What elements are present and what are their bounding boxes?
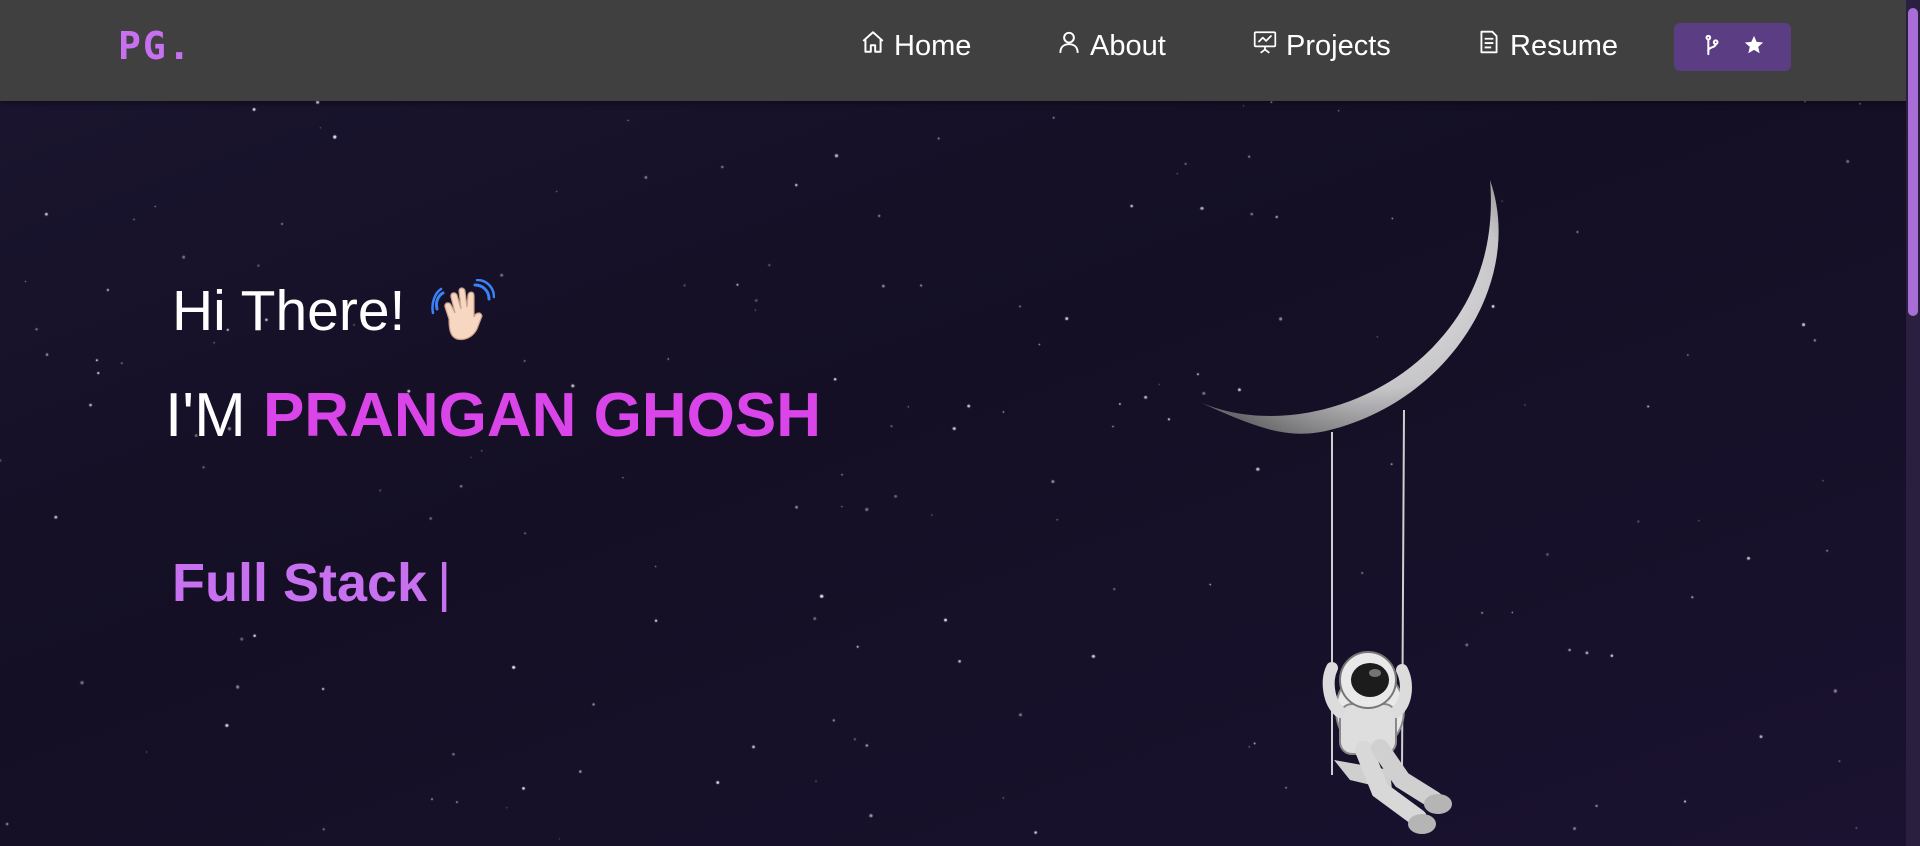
nav-projects[interactable]: Projects (1252, 26, 1391, 66)
astronaut (1322, 651, 1452, 834)
nav-home[interactable]: Home (860, 26, 971, 66)
greeting-text: Hi There! (172, 279, 406, 343)
hero-name: PRANGAN GHOSH (262, 381, 821, 450)
home-icon (860, 29, 886, 63)
waving-hand-icon (431, 278, 496, 343)
nav-resume[interactable]: Resume (1476, 26, 1618, 66)
github-fork-star-button[interactable] (1674, 23, 1791, 71)
typewriter-text: Full Stack | (172, 552, 451, 614)
nav-resume-label: Resume (1510, 29, 1618, 62)
nav-projects-label: Projects (1286, 29, 1391, 62)
hero-name-line: I'M PRANGAN GHOSH (165, 380, 821, 451)
nav-about[interactable]: About (1056, 26, 1166, 66)
typing-cursor: | (437, 553, 452, 613)
navbar: PG. Home About Projects Resume (0, 0, 1920, 101)
user-icon (1056, 29, 1082, 63)
crescent-moon (1195, 180, 1499, 434)
document-icon (1476, 29, 1502, 63)
git-fork-icon (1701, 34, 1723, 61)
name-prefix: I'M (165, 381, 246, 450)
nav-about-label: About (1090, 29, 1166, 62)
presentation-chart-icon (1252, 29, 1278, 63)
nav-home-label: Home (894, 29, 972, 62)
brand-logo[interactable]: PG. (118, 24, 193, 68)
star-icon (1743, 34, 1765, 61)
astronaut-moon-swing-illustration (1195, 180, 1499, 834)
typed-role: Full Stack (172, 553, 428, 613)
scrollbar-thumb[interactable] (1908, 8, 1918, 316)
hero-greeting: Hi There! (172, 278, 496, 344)
